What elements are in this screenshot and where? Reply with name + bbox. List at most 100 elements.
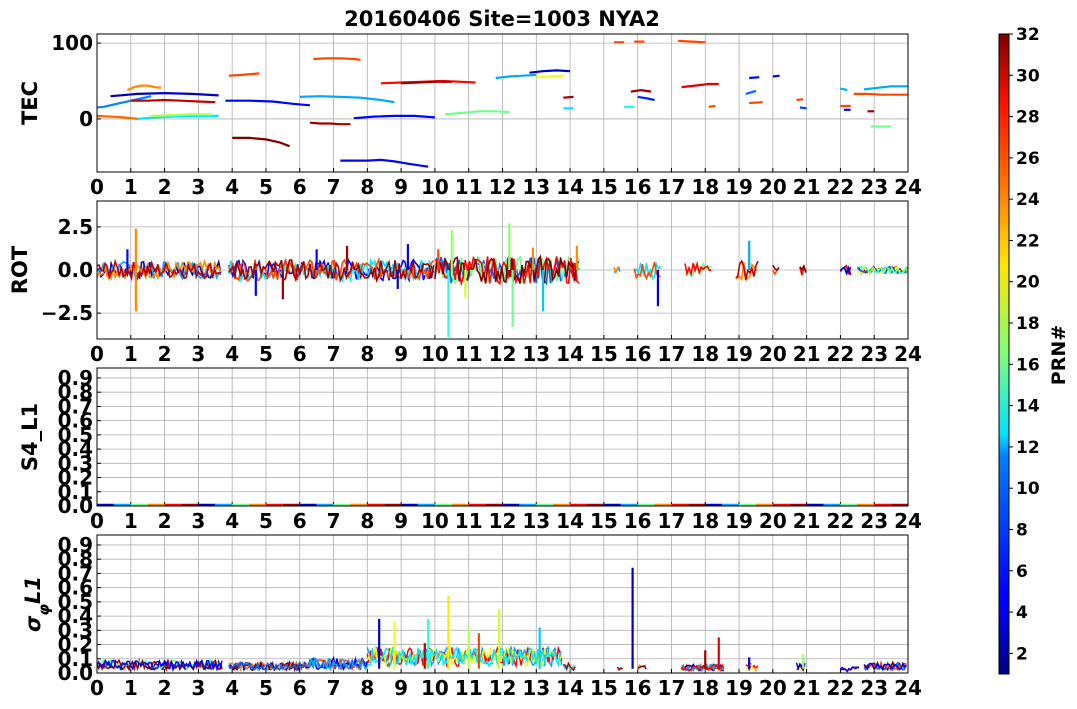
tec-series [749,101,763,105]
panel-4: 0 1 2 3 4 5 6 7 8 9 10 11 12 13 14 15 16 17 18 19 20 21 22 23 24… [21,533,922,700]
colorbar-tick-label: 8 [1016,520,1028,540]
x-tick-label: 8 [360,175,374,199]
x-tick-label: 16 [624,342,652,366]
x-tick-label: 16 [624,175,652,199]
x-tick-label: 14 [556,509,584,533]
x-tick-label: 22 [826,175,854,199]
x-tick-label: 2 [158,175,172,199]
x-tick-label: 10 [421,676,449,700]
x-tick-label: 23 [860,676,888,700]
tec-series [840,87,848,92]
x-tick-label: 10 [421,175,449,199]
x-tick-label: 6 [293,509,307,533]
panel-1: 0 1 2 3 4 5 6 7 8 9 10 11 12 13 14 15 16 17 18 19 20 21 22 23 24… [18,31,922,199]
x-tick-label: 19 [725,175,753,199]
y-axis-label: TEC [18,81,42,125]
x-tick-label: 1 [124,676,138,700]
figure: 20160406 Site=1003 NYA2 0 1 2 3 4 5 6 7 8 9 10 11 12… [8,7,1070,700]
x-tick-label: 4 [225,175,239,199]
chart-title: 20160406 Site=1003 NYA2 [344,7,660,31]
y-tick-label: −2.5 [41,301,93,325]
x-tick-label: 21 [793,509,821,533]
x-tick-label: 20 [759,175,787,199]
x-tick-label: 8 [360,342,374,366]
y-axis-label: σφL1 [21,576,53,632]
y-tick-label: 0.9 [58,366,93,390]
x-tick-label: 12 [489,676,517,700]
panel-2: 0 1 2 3 4 5 6 7 8 9 10 11 12 13 14 15 16 17 18 19 20 21 22 23 24… [8,200,922,366]
x-tick-label: 5 [259,676,273,700]
x-tick-label: 15 [590,342,618,366]
x-tick-label: 19 [725,676,753,700]
tec-series [708,104,716,108]
x-tick-label: 2 [158,342,172,366]
x-tick-label: 3 [191,342,205,366]
x-tick-label: 18 [691,175,719,199]
y-tick-label: 2.5 [58,215,93,239]
x-tick-label: 17 [658,676,686,700]
x-tick-label: 14 [556,175,584,199]
x-tick-label: 18 [691,509,719,533]
x-tick-label: 22 [826,509,854,533]
colorbar-tick-label: 28 [1016,108,1040,128]
x-tick-label: 7 [327,676,341,700]
tec-series [536,74,564,79]
x-tick-label: 14 [556,676,584,700]
tec-series [749,76,760,80]
x-tick-label: 24 [894,676,922,700]
x-tick-label: 23 [860,509,888,533]
x-tick-label: 0 [90,342,104,366]
tec-series [796,98,804,102]
x-tick-label: 9 [394,676,408,700]
colorbar-tick-label: 14 [1016,397,1040,417]
x-tick-label: 11 [455,342,483,366]
x-tick-label: 15 [590,676,618,700]
x-tick-label: 17 [658,175,686,199]
tec-series [678,39,706,44]
colorbar-tick-label: 10 [1016,479,1040,499]
x-tick-label: 12 [489,342,517,366]
x-tick-label: 7 [327,342,341,366]
x-tick-label: 12 [489,509,517,533]
x-tick-label: 5 [259,342,273,366]
x-tick-label: 9 [394,175,408,199]
x-tick-label: 2 [158,676,172,700]
x-tick-label: 13 [522,175,550,199]
x-tick-label: 4 [225,509,239,533]
colorbar-tick-label: 18 [1016,314,1040,334]
x-tick-label: 6 [293,175,307,199]
x-tick-label: 7 [327,175,341,199]
x-tick-label: 5 [259,175,273,199]
x-tick-label: 13 [522,676,550,700]
x-tick-label: 1 [124,175,138,199]
x-tick-label: 18 [691,676,719,700]
x-tick-label: 17 [658,342,686,366]
x-tick-label: 3 [191,509,205,533]
y-tick-label: 100 [51,31,93,55]
colorbar-tick-label: 2 [1016,644,1028,664]
colorbar-tick-label: 12 [1016,438,1040,458]
x-tick-label: 6 [293,676,307,700]
colorbar-tick-label: 32 [1016,25,1040,45]
x-tick-label: 18 [691,342,719,366]
x-tick-label: 6 [293,342,307,366]
x-tick-label: 21 [793,676,821,700]
x-tick-label: 21 [793,342,821,366]
x-tick-label: 1 [124,342,138,366]
x-tick-label: 16 [624,676,652,700]
x-tick-label: 13 [522,509,550,533]
tec-series [799,106,807,110]
x-tick-label: 0 [90,175,104,199]
tec-series [563,95,574,99]
colorbar-tick-label: 30 [1016,66,1040,86]
colorbar-label: PRN# [1048,325,1070,385]
x-tick-label: 13 [522,342,550,366]
colorbar-tick-label: 6 [1016,562,1028,582]
x-tick-label: 11 [455,175,483,199]
x-tick-label: 1 [124,509,138,533]
x-tick-label: 22 [826,342,854,366]
x-tick-label: 15 [590,175,618,199]
colorbar-tick-label: 26 [1016,149,1040,169]
panel-3: 0 1 2 3 4 5 6 7 8 9 10 11 12 13 14 15 16 17 18 19 20 21 22 23 24… [18,366,922,533]
colorbar-gradient [998,33,1010,675]
